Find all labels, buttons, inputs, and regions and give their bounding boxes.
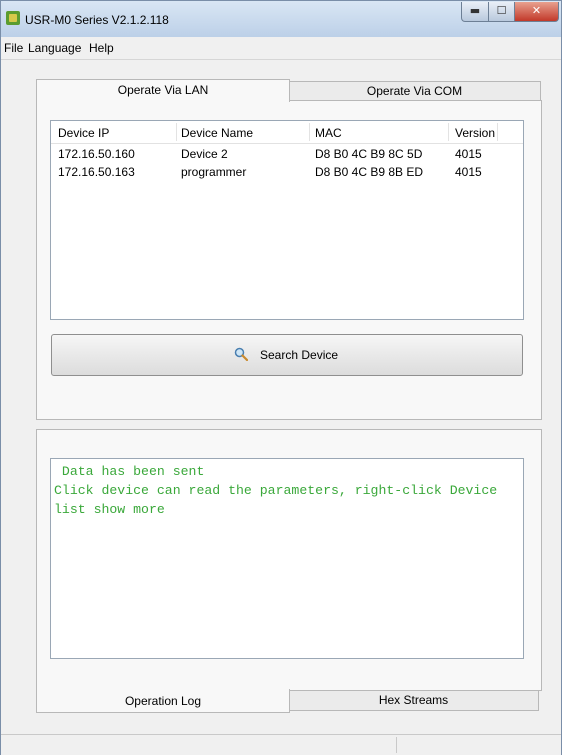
search-icon	[234, 347, 249, 362]
device-table[interactable]: Device IP Device Name MAC Version 172.16…	[50, 120, 524, 320]
cell-device-ip: 172.16.50.160	[58, 147, 135, 161]
minimize-button[interactable]: ▬	[461, 2, 489, 22]
app-icon	[6, 11, 20, 25]
menu-language[interactable]: Language	[28, 41, 81, 55]
tab-operate-via-com[interactable]: Operate Via COM	[288, 81, 541, 101]
column-header-device-ip[interactable]: Device IP	[58, 126, 109, 140]
menu-help[interactable]: Help	[89, 41, 114, 55]
close-button[interactable]: ✕	[514, 2, 559, 22]
app-window: USR-M0 Series V2.1.2.118 ▬ ☐ ✕ File Lang…	[0, 0, 562, 755]
tab-operation-log[interactable]: Operation Log	[36, 689, 290, 713]
cell-device-name: Device 2	[181, 147, 228, 161]
column-header-device-name[interactable]: Device Name	[181, 126, 253, 140]
menu-file[interactable]: File	[4, 41, 23, 55]
log-line: Click device can read the parameters, ri…	[54, 483, 498, 498]
menu-bar: File Language Help	[1, 37, 561, 60]
maximize-button[interactable]: ☐	[488, 2, 515, 22]
cell-version: 4015	[455, 147, 482, 161]
cell-version: 4015	[455, 165, 482, 179]
cell-device-name: programmer	[181, 165, 247, 179]
column-header-mac[interactable]: MAC	[315, 126, 342, 140]
log-line: list show more	[54, 502, 165, 517]
search-device-button[interactable]: Search Device	[51, 334, 523, 376]
tab-hex-streams[interactable]: Hex Streams	[288, 690, 539, 711]
status-bar	[1, 734, 561, 755]
column-divider[interactable]	[176, 123, 177, 141]
operation-log-output[interactable]: Data has been sent Click device can read…	[50, 458, 524, 659]
device-table-header: Device IP Device Name MAC Version	[51, 121, 523, 144]
cell-mac: D8 B0 4C B9 8B ED	[315, 165, 424, 179]
cell-device-ip: 172.16.50.163	[58, 165, 135, 179]
cell-mac: D8 B0 4C B9 8C 5D	[315, 147, 423, 161]
window-title: USR-M0 Series V2.1.2.118	[25, 13, 169, 27]
tab-operate-via-lan[interactable]: Operate Via LAN	[36, 79, 290, 102]
title-bar[interactable]: USR-M0 Series V2.1.2.118 ▬ ☐ ✕	[1, 1, 561, 37]
column-divider[interactable]	[448, 123, 449, 141]
search-device-label: Search Device	[260, 348, 339, 362]
table-row[interactable]: 172.16.50.160 Device 2 D8 B0 4C B9 8C 5D…	[51, 147, 523, 163]
column-divider[interactable]	[497, 123, 498, 141]
table-row[interactable]: 172.16.50.163 programmer D8 B0 4C B9 8B …	[51, 165, 523, 181]
column-divider[interactable]	[309, 123, 310, 141]
status-divider	[396, 737, 397, 753]
column-header-version[interactable]: Version	[455, 126, 495, 140]
log-line: Data has been sent	[54, 464, 205, 479]
